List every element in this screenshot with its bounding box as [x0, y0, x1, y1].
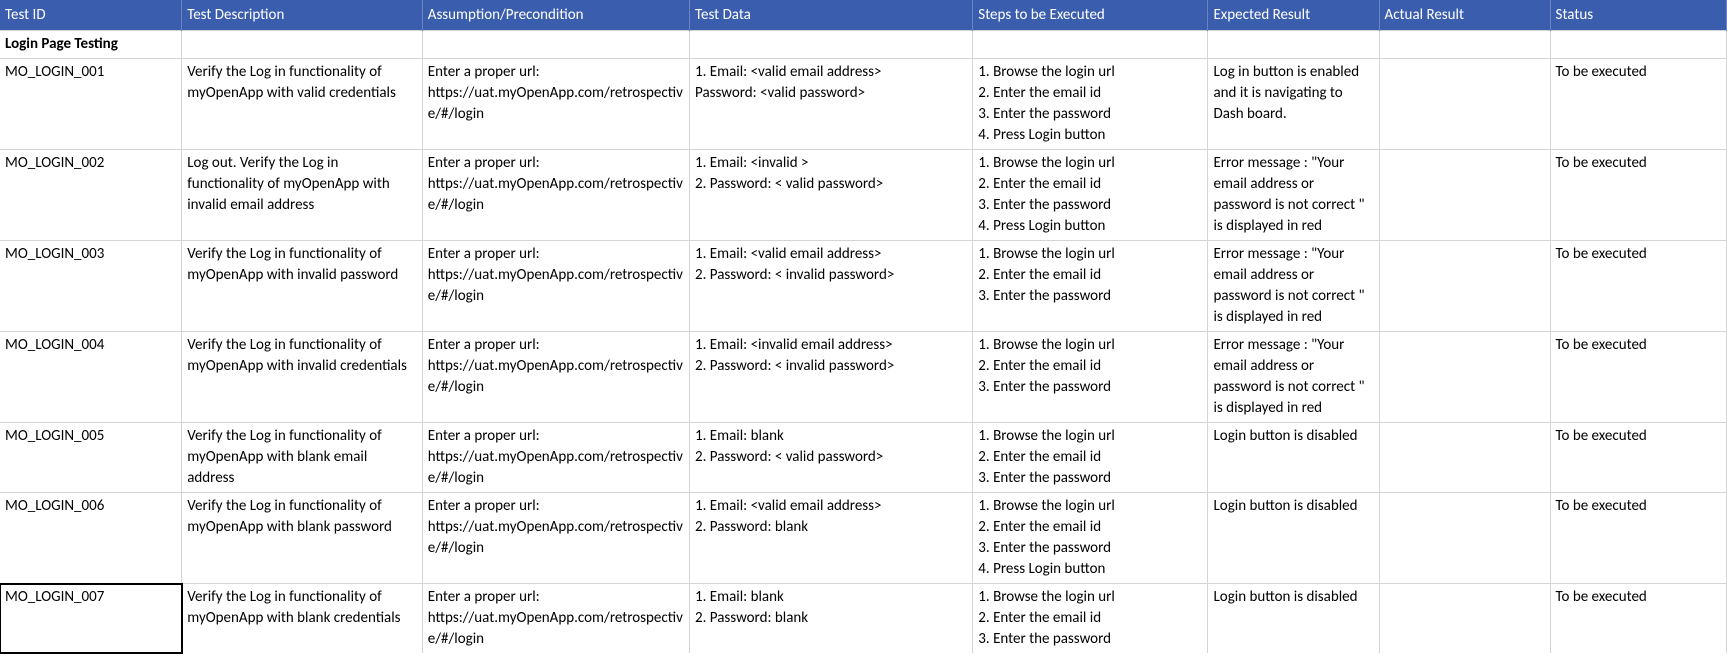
table-row[interactable]: MO_LOGIN_006Verify the Log in functional…: [0, 493, 1727, 584]
cell-actual-result[interactable]: [1379, 584, 1550, 654]
cell-steps[interactable]: 1. Browse the login url 2. Enter the ema…: [973, 241, 1208, 332]
cell-test-id[interactable]: MO_LOGIN_004: [0, 332, 182, 423]
cell-expected-result[interactable]: Login button is disabled: [1208, 423, 1379, 493]
header-test-data[interactable]: Test Data: [690, 0, 973, 31]
cell-status[interactable]: To be executed: [1550, 59, 1726, 150]
cell-steps[interactable]: 1. Browse the login url 2. Enter the ema…: [973, 584, 1208, 654]
cell-assumption[interactable]: Enter a proper url: https://uat.myOpenAp…: [422, 493, 689, 584]
cell-expected-result[interactable]: Login button is disabled: [1208, 584, 1379, 654]
cell-actual-result[interactable]: [1379, 241, 1550, 332]
cell-actual-result[interactable]: [1379, 423, 1550, 493]
cell-test-id[interactable]: MO_LOGIN_001: [0, 59, 182, 150]
cell-actual-result[interactable]: [1379, 150, 1550, 241]
cell-assumption[interactable]: Enter a proper url: https://uat.myOpenAp…: [422, 59, 689, 150]
cell-test-data[interactable]: 1. Email: <invalid > 2. Password: < vali…: [690, 150, 973, 241]
cell-test-id[interactable]: MO_LOGIN_006: [0, 493, 182, 584]
cell-test-description[interactable]: Log out. Verify the Log in functionality…: [182, 150, 423, 241]
cell-steps[interactable]: 1. Browse the login url 2. Enter the ema…: [973, 150, 1208, 241]
cell-status[interactable]: To be executed: [1550, 423, 1726, 493]
header-assumption[interactable]: Assumption/Precondition: [422, 0, 689, 31]
header-test-id[interactable]: Test ID: [0, 0, 182, 31]
header-row: Test ID Test Description Assumption/Prec…: [0, 0, 1727, 31]
test-case-table[interactable]: Test ID Test Description Assumption/Prec…: [0, 0, 1727, 653]
cell-status[interactable]: To be executed: [1550, 150, 1726, 241]
cell-assumption[interactable]: Enter a proper url: https://uat.myOpenAp…: [422, 584, 689, 654]
table-row[interactable]: MO_LOGIN_005Verify the Log in functional…: [0, 423, 1727, 493]
cell-test-description[interactable]: Verify the Log in functionality of myOpe…: [182, 59, 423, 150]
cell-test-id[interactable]: MO_LOGIN_003: [0, 241, 182, 332]
cell-test-data[interactable]: 1. Email: <valid email address> 2. Passw…: [690, 493, 973, 584]
cell-actual-result[interactable]: [1379, 493, 1550, 584]
cell-expected-result[interactable]: Log in button is enabled and it is navig…: [1208, 59, 1379, 150]
cell-test-id[interactable]: MO_LOGIN_002: [0, 150, 182, 241]
cell-test-id[interactable]: MO_LOGIN_005: [0, 423, 182, 493]
cell-test-description[interactable]: Verify the Log in functionality of myOpe…: [182, 332, 423, 423]
cell-test-description[interactable]: Verify the Log in functionality of myOpe…: [182, 241, 423, 332]
cell-test-description[interactable]: Verify the Log in functionality of myOpe…: [182, 493, 423, 584]
header-actual-result[interactable]: Actual Result: [1379, 0, 1550, 31]
cell-test-data[interactable]: 1. Email: <valid email address> 2. Passw…: [690, 241, 973, 332]
cell-status[interactable]: To be executed: [1550, 493, 1726, 584]
cell-steps[interactable]: 1. Browse the login url 2. Enter the ema…: [973, 332, 1208, 423]
cell-test-data[interactable]: 1. Email: blank 2. Password: < valid pas…: [690, 423, 973, 493]
cell-expected-result[interactable]: Error message : "Your email address or p…: [1208, 150, 1379, 241]
cell-assumption[interactable]: Enter a proper url: https://uat.myOpenAp…: [422, 150, 689, 241]
cell-assumption[interactable]: Enter a proper url: https://uat.myOpenAp…: [422, 332, 689, 423]
table-row[interactable]: MO_LOGIN_001Verify the Log in functional…: [0, 59, 1727, 150]
cell-steps[interactable]: 1. Browse the login url 2. Enter the ema…: [973, 423, 1208, 493]
cell-expected-result[interactable]: Error message : "Your email address or p…: [1208, 332, 1379, 423]
table-row[interactable]: MO_LOGIN_003Verify the Log in functional…: [0, 241, 1727, 332]
table-row[interactable]: MO_LOGIN_007Verify the Log in functional…: [0, 584, 1727, 654]
cell-test-data[interactable]: 1. Email: <invalid email address> 2. Pas…: [690, 332, 973, 423]
header-test-description[interactable]: Test Description: [182, 0, 423, 31]
cell-steps[interactable]: 1. Browse the login url 2. Enter the ema…: [973, 493, 1208, 584]
cell-expected-result[interactable]: Login button is disabled: [1208, 493, 1379, 584]
cell-actual-result[interactable]: [1379, 332, 1550, 423]
cell-test-description[interactable]: Verify the Log in functionality of myOpe…: [182, 584, 423, 654]
table-row[interactable]: MO_LOGIN_004Verify the Log in functional…: [0, 332, 1727, 423]
cell-test-description[interactable]: Verify the Log in functionality of myOpe…: [182, 423, 423, 493]
section-row[interactable]: Login Page Testing: [0, 31, 1727, 59]
cell-status[interactable]: To be executed: [1550, 332, 1726, 423]
header-expected-result[interactable]: Expected Result: [1208, 0, 1379, 31]
cell-assumption[interactable]: Enter a proper url: https://uat.myOpenAp…: [422, 241, 689, 332]
cell-assumption[interactable]: Enter a proper url: https://uat.myOpenAp…: [422, 423, 689, 493]
section-title: Login Page Testing: [0, 31, 182, 59]
cell-test-id[interactable]: MO_LOGIN_007: [0, 584, 182, 654]
cell-test-data[interactable]: 1. Email: blank 2. Password: blank: [690, 584, 973, 654]
cell-test-data[interactable]: 1. Email: <valid email address> Password…: [690, 59, 973, 150]
cell-actual-result[interactable]: [1379, 59, 1550, 150]
cell-steps[interactable]: 1. Browse the login url 2. Enter the ema…: [973, 59, 1208, 150]
header-steps[interactable]: Steps to be Executed: [973, 0, 1208, 31]
cell-status[interactable]: To be executed: [1550, 584, 1726, 654]
cell-expected-result[interactable]: Error message : "Your email address or p…: [1208, 241, 1379, 332]
table-row[interactable]: MO_LOGIN_002Log out. Verify the Log in f…: [0, 150, 1727, 241]
header-status[interactable]: Status: [1550, 0, 1726, 31]
cell-status[interactable]: To be executed: [1550, 241, 1726, 332]
